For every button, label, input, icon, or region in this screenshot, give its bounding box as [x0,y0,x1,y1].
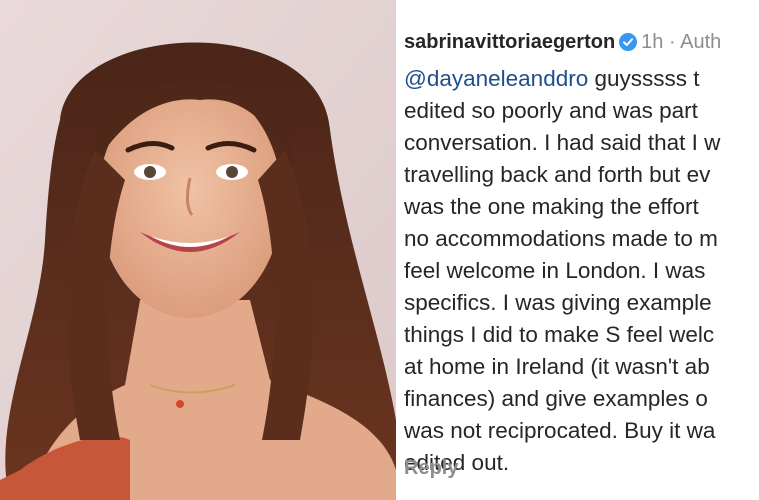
author-tag: Auth [680,31,722,53]
comment-line: finances) and give examples o [404,386,708,411]
comment-line: travelling back and forth but ev [404,162,711,187]
comment-line: feel welcome in London. I was [404,258,706,283]
comment-text: @dayaneleanddro guysssss t edited so poo… [404,63,759,479]
comment-line: specifics. I was giving example [404,290,712,315]
comment-line: conversation. I had said that I w [404,130,721,155]
comment-line-text: guysssss t [588,66,700,91]
comment-line: @dayaneleanddro guysssss t [404,63,759,95]
comment-line: was the one making the effort [404,194,699,219]
meta-separator: · [668,31,676,53]
comment-line: things I did to make S feel welc [404,322,715,347]
timestamp: 1h [641,31,664,53]
username-link[interactable]: sabrinavittoriaegerton [404,31,615,53]
comment-header: sabrinavittoriaegerton 1h · Auth [404,30,721,57]
comment-line: no accommodations made to m [404,226,718,251]
comment-card: sabrinavittoriaegerton 1h · Auth @dayanel… [399,0,759,500]
comment-line: was not reciprocated. Buy it wa [404,418,716,443]
reply-button[interactable]: Reply [404,457,458,480]
comment-line: edited so poorly and was part [404,98,698,123]
profile-photo [0,0,396,500]
verified-badge-icon [619,33,638,57]
portrait-illustration [0,0,396,500]
mention-link[interactable]: @dayaneleanddro [404,66,588,91]
comment-line: at home in Ireland (it wasn't ab [404,354,710,379]
